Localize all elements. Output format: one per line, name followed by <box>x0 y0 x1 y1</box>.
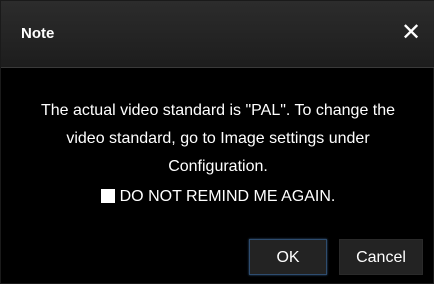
close-icon[interactable]: ✕ <box>397 19 425 47</box>
dialog-title: Note <box>21 25 55 42</box>
dialog-message: The actual video standard is "PAL". To c… <box>40 102 396 175</box>
remind-checkbox[interactable] <box>100 189 115 203</box>
dialog-titlebar: Note ✕ <box>1 1 434 68</box>
remind-label: DO NOT REMIND ME AGAIN. <box>119 188 336 205</box>
remind-option: DO NOT REMIND ME AGAIN. <box>1 187 434 207</box>
cancel-button[interactable]: Cancel <box>339 239 423 275</box>
note-dialog: Note ✕ The actual video standard is "PAL… <box>0 0 434 284</box>
ok-button[interactable]: OK <box>249 239 327 275</box>
